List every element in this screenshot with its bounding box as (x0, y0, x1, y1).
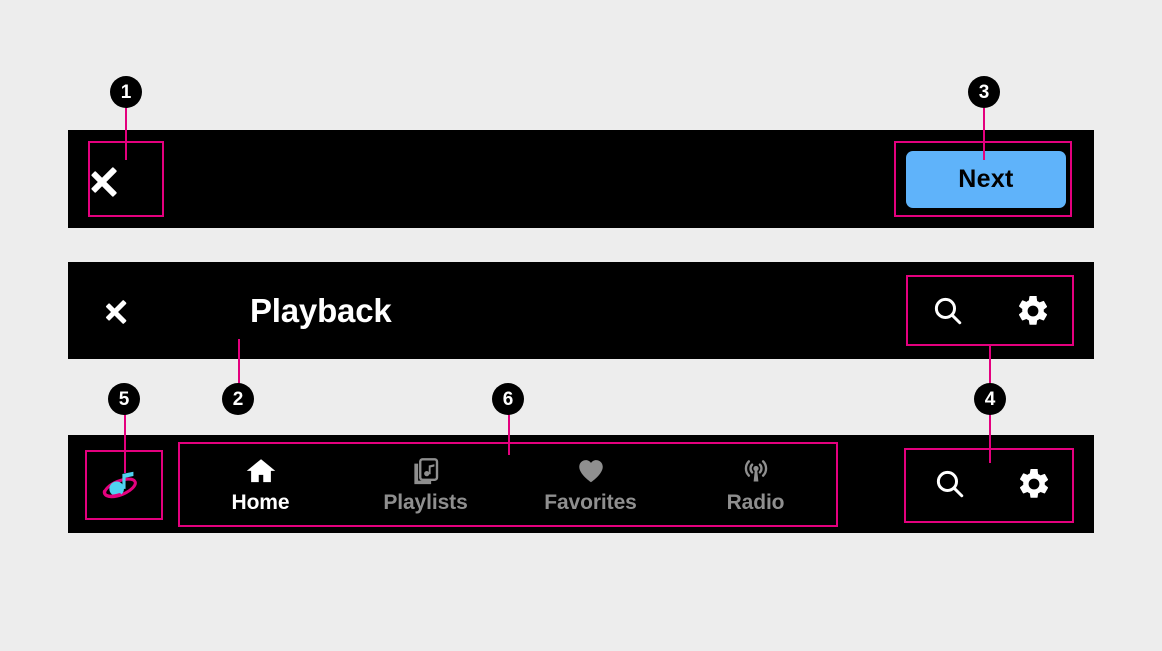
callout-badge-1: 1 (110, 76, 142, 108)
settings-button[interactable] (1015, 293, 1051, 329)
tab-radio[interactable]: Radio (673, 442, 838, 526)
top-wizard-bar: Next (68, 130, 1094, 228)
tab-favorites[interactable]: Favorites (508, 442, 673, 526)
playlist-library-icon (411, 454, 441, 486)
next-button[interactable]: Next (906, 151, 1066, 208)
tab-home[interactable]: Home (178, 442, 343, 526)
search-icon (936, 470, 963, 497)
music-note-orbit-logo (102, 471, 137, 499)
bottom-bar-actions (908, 448, 1076, 519)
callout-badge-4: 4 (974, 383, 1006, 415)
search-button[interactable] (931, 294, 965, 328)
playback-header-actions (906, 275, 1076, 346)
tab-home-label: Home (231, 490, 290, 514)
home-icon (246, 454, 276, 486)
page-title: Playback (250, 291, 392, 329)
tab-favorites-label: Favorites (544, 490, 637, 514)
bottom-navigation-bar: Home Playlists Favorites Radio (68, 435, 1094, 533)
playback-header-bar: Playback (68, 262, 1094, 359)
tab-playlists[interactable]: Playlists (343, 442, 508, 526)
tab-group: Home Playlists Favorites Radio (178, 442, 838, 526)
playback-back-button[interactable] (108, 285, 158, 335)
heart-icon (576, 454, 606, 486)
tab-playlists-label: Playlists (383, 490, 468, 514)
callout-badge-6: 6 (492, 383, 524, 415)
chevron-left-icon (111, 153, 141, 205)
search-button[interactable] (933, 467, 967, 501)
settings-button[interactable] (1016, 466, 1052, 502)
search-icon (934, 297, 962, 324)
chevron-left-icon (121, 289, 145, 331)
radio-broadcast-icon (741, 454, 771, 486)
callout-badge-5: 5 (108, 383, 140, 415)
tab-radio-label: Radio (726, 490, 785, 514)
app-logo-button[interactable] (85, 450, 155, 520)
gear-icon (1018, 295, 1048, 325)
callout-badge-2: 2 (222, 383, 254, 415)
gear-icon (1019, 468, 1048, 498)
top-bar-back-button[interactable] (88, 141, 164, 217)
screen-root: Next Playback Home Playlists Favorites R… (0, 0, 1162, 651)
callout-badge-3: 3 (968, 76, 1000, 108)
